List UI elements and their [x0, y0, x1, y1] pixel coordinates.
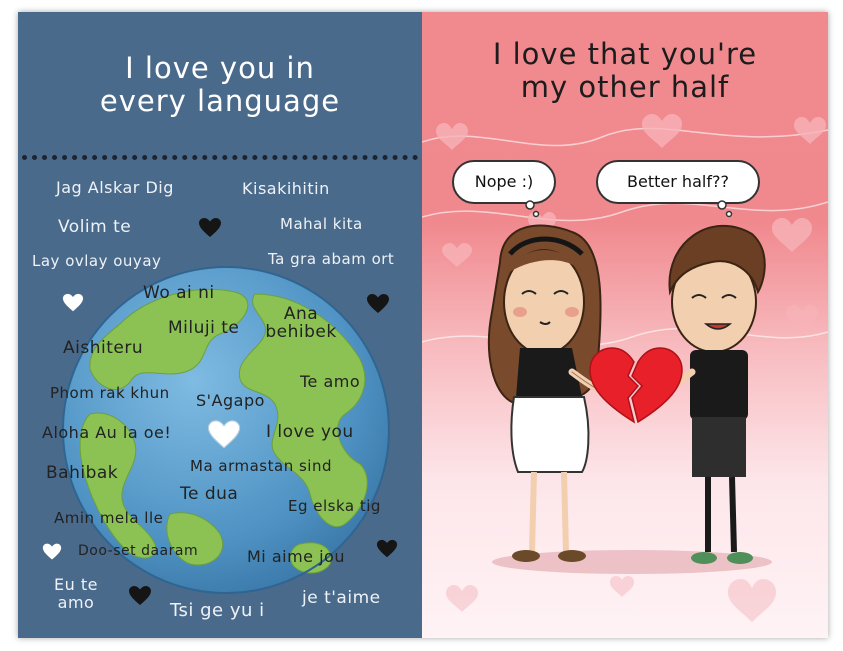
comic-card: I love you in every language Jag Alskar …: [18, 12, 828, 638]
dotted-divider: [22, 155, 418, 160]
phrase-tsi-ge-yu-i: Tsi ge yu i: [170, 600, 265, 621]
phrase-ta-gra-abam-ort: Ta gra abam ort: [268, 250, 395, 268]
phrase-ma-armastan-sind: Ma armastan sind: [190, 457, 332, 475]
phrase-ana-line1: Ana: [283, 304, 319, 324]
phrase-eu-te-amo: Eu te amo: [44, 576, 108, 612]
heart-icon: [42, 543, 62, 560]
phrase-mahal-kita: Mahal kita: [280, 215, 363, 233]
phrase-i-love-you: I love you: [266, 422, 354, 442]
broken-heart: [589, 347, 683, 424]
phrase-wo-ai-ni: Wo ai ni: [143, 283, 215, 303]
heart-icon: [207, 420, 241, 449]
phrase-ana-behibek: Ana behibek: [261, 305, 341, 341]
phrase-eg-elska-tig: Eg elska tig: [288, 497, 381, 515]
phrase-miluji-te: Miluji te: [168, 318, 240, 338]
heart-icon: [62, 293, 84, 312]
phrase-jag-alskar-dig: Jag Alskar Dig: [56, 178, 174, 197]
phrase-bahibak: Bahibak: [46, 463, 119, 483]
phrase-ana-line2: behibek: [265, 322, 337, 342]
phrase-kisakihitin: Kisakihitin: [242, 179, 330, 198]
heart-icon: [199, 218, 221, 237]
phrase-doo-set-daaram: Doo-set daaram: [78, 543, 199, 559]
heart-icon: [376, 539, 398, 558]
phrase-eu-te-line2: amo: [57, 593, 95, 612]
couple-illustration: [487, 200, 772, 574]
phrase-phom-rak-khun: Phom rak khun: [50, 384, 170, 402]
phrase-aloha: Aloha Au la oe!: [42, 423, 172, 442]
phrase-lay-ovlay-ouyay: Lay ovlay ouyay: [32, 252, 162, 270]
heart-icon: [367, 294, 389, 313]
phrase-aishiteru: Aishiteru: [63, 338, 144, 358]
phrase-amin-mela-lle: Amin mela lle: [54, 509, 164, 527]
phrase-volim-te: Volim te: [58, 217, 132, 237]
left-panel: I love you in every language Jag Alskar …: [18, 12, 422, 638]
right-panel: I love that you're my other half Nope :)…: [422, 12, 828, 638]
left-title-line1: I love you in: [125, 51, 315, 85]
phrase-eu-te-line1: Eu te: [54, 575, 98, 594]
phrase-mi-aime-jou: Mi aime jou: [247, 547, 345, 566]
left-panel-title: I love you in every language: [18, 52, 422, 118]
left-title-line2: every language: [99, 84, 341, 118]
phrase-te-dua: Te dua: [180, 484, 239, 504]
phrase-je-taime: je t'aime: [302, 588, 381, 608]
phrase-te-amo: Te amo: [300, 372, 361, 391]
phrase-sagapo: S'Agapo: [196, 391, 265, 410]
heart-icon: [129, 586, 151, 605]
